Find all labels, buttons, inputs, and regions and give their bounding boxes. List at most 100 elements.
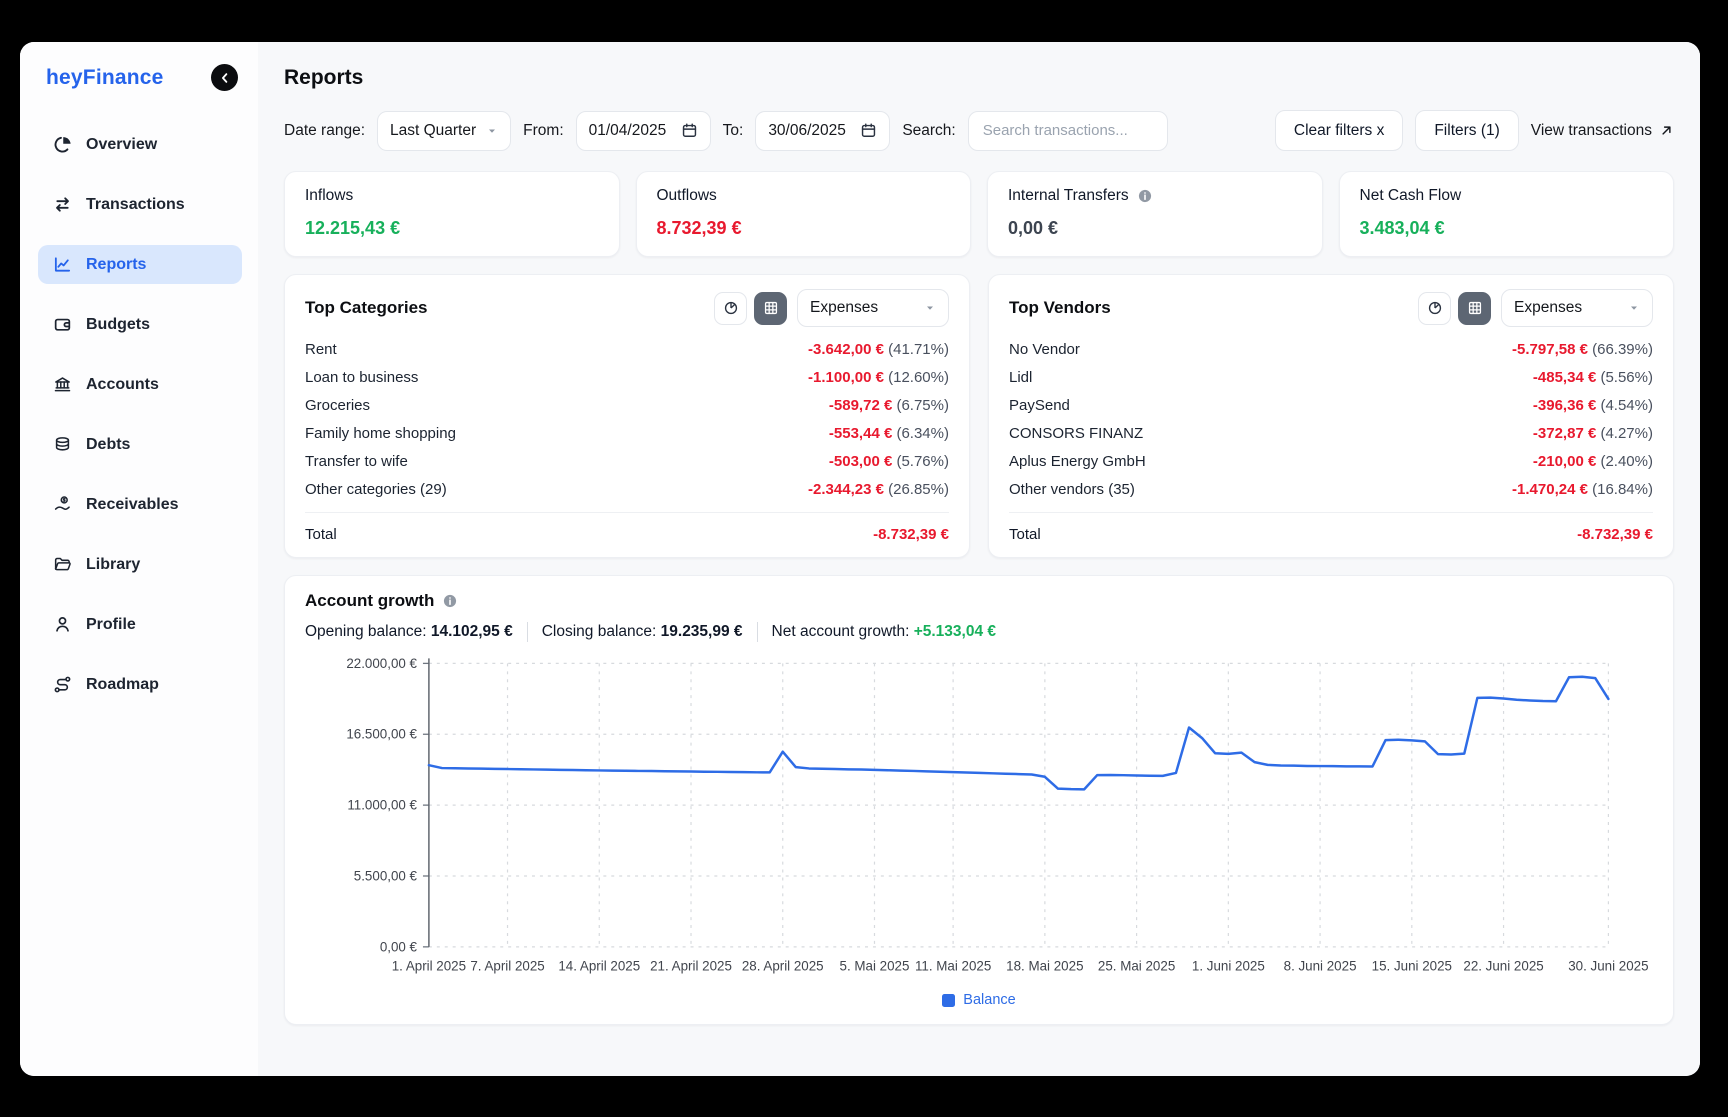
pie-view-button[interactable] xyxy=(714,292,747,325)
vendors-type-select[interactable]: Expenses xyxy=(1501,289,1653,327)
search-label: Search: xyxy=(902,122,955,140)
sidebar-item-profile[interactable]: Profile xyxy=(38,605,242,644)
clear-filters-button[interactable]: Clear filters x xyxy=(1275,110,1403,151)
to-date-input[interactable]: 30/06/2025 xyxy=(755,111,890,151)
row-percentage: (5.56%) xyxy=(1596,369,1653,386)
y-tick-label: 0,00 € xyxy=(380,939,418,954)
bank-icon xyxy=(52,375,72,394)
row-label: Other vendors (35) xyxy=(1009,481,1135,498)
summary-card-header: Net Cash Flow xyxy=(1360,187,1654,205)
calendar-icon xyxy=(860,122,877,139)
row-amount: -372,87 € xyxy=(1533,425,1596,442)
x-tick-label: 11. Mai 2025 xyxy=(915,959,991,974)
balance-legend-label: Balance xyxy=(963,992,1015,1008)
hand-coin-icon xyxy=(52,495,72,514)
row-value: -5.797,58 € (66.39%) xyxy=(1512,341,1653,358)
sidebar-item-label: Budgets xyxy=(86,316,150,334)
row-label: Lidl xyxy=(1009,369,1032,386)
closing-balance: Closing balance: 19.235,99 € xyxy=(542,623,743,641)
row-label: Transfer to wife xyxy=(305,453,408,470)
summary-card-header: Outflows xyxy=(657,187,951,205)
divider xyxy=(757,622,758,642)
x-tick-label: 8. Juni 2025 xyxy=(1284,959,1357,974)
pie-chart-icon xyxy=(723,300,739,316)
sidebar-collapse-button[interactable] xyxy=(211,64,238,91)
table-view-button[interactable] xyxy=(754,292,787,325)
sidebar-item-overview[interactable]: Overview xyxy=(38,125,242,164)
search-input[interactable] xyxy=(981,121,1155,140)
table-row: Aplus Energy GmbH -210,00 € (2.40%) xyxy=(1009,447,1653,475)
summary-card-value: 8.732,39 € xyxy=(657,218,951,239)
sidebar-item-debts[interactable]: Debts xyxy=(38,425,242,464)
summary-card-label: Internal Transfers xyxy=(1008,187,1129,205)
from-label: From: xyxy=(523,122,563,140)
chevron-down-icon xyxy=(924,302,936,314)
row-amount: -1.470,24 € xyxy=(1512,481,1588,498)
row-label: PaySend xyxy=(1009,397,1070,414)
table-row: Groceries-589,72 € (6.75%) xyxy=(305,391,949,419)
search-box xyxy=(968,111,1168,151)
pie-chart-icon xyxy=(1427,300,1443,316)
table-row: Transfer to wife-503,00 € (5.76%) xyxy=(305,447,949,475)
chevron-down-icon xyxy=(1628,302,1640,314)
sidebar-item-receivables[interactable]: Receivables xyxy=(38,485,242,524)
closing-balance-label: Closing balance: xyxy=(542,623,657,640)
summary-card-value: 0,00 € xyxy=(1008,218,1302,239)
x-tick-label: 1. April 2025 xyxy=(392,959,466,974)
route-icon xyxy=(52,675,72,694)
row-amount: -2.344,23 € xyxy=(808,481,884,498)
sidebar-item-reports[interactable]: Reports xyxy=(38,245,242,284)
row-value: -210,00 € (2.40%) xyxy=(1533,453,1653,470)
summary-card: Internal Transfers 0,00 € xyxy=(987,171,1323,257)
top-vendors-table: No Vendor-5.797,58 € (66.39%)Lidl-485,34… xyxy=(1009,335,1653,503)
categories-type-value: Expenses xyxy=(810,299,878,317)
pie-view-button[interactable] xyxy=(1418,292,1451,325)
account-growth-header: Account growth xyxy=(305,591,1653,611)
x-tick-label: 21. April 2025 xyxy=(650,959,732,974)
row-value: -1.470,24 € (16.84%) xyxy=(1512,481,1653,498)
main-content: Reports Date range: Last Quarter From: 0… xyxy=(258,42,1700,1076)
balance-chart-container: 0,00 €5.500,00 €11.000,00 €16.500,00 €22… xyxy=(305,650,1653,988)
x-tick-label: 18. Mai 2025 xyxy=(1006,959,1083,974)
sidebar-item-label: Profile xyxy=(86,616,136,634)
categories-type-select[interactable]: Expenses xyxy=(797,289,949,327)
table-grid-icon xyxy=(763,300,779,316)
row-value: -396,36 € (4.54%) xyxy=(1533,397,1653,414)
sidebar-item-label: Reports xyxy=(86,256,146,274)
sidebar-item-library[interactable]: Library xyxy=(38,545,242,584)
top-categories-title: Top Categories xyxy=(305,298,427,318)
from-date-value: 01/04/2025 xyxy=(589,122,667,140)
row-value: -1.100,00 € (12.60%) xyxy=(808,369,949,386)
view-transactions-link[interactable]: View transactions xyxy=(1531,122,1674,140)
row-percentage: (6.34%) xyxy=(892,425,949,442)
x-tick-label: 14. April 2025 xyxy=(558,959,640,974)
opening-balance-value: 14.102,95 € xyxy=(431,623,513,640)
table-row: Family home shopping-553,44 € (6.34%) xyxy=(305,419,949,447)
table-view-button[interactable] xyxy=(1458,292,1491,325)
chevron-down-icon xyxy=(486,125,498,137)
sidebar-item-transactions[interactable]: Transactions xyxy=(38,185,242,224)
date-range-select[interactable]: Last Quarter xyxy=(377,111,511,151)
sidebar-item-roadmap[interactable]: Roadmap xyxy=(38,665,242,704)
sidebar-nav: Overview Transactions Reports Budgets Accoun… xyxy=(38,125,242,704)
summary-card-label: Net Cash Flow xyxy=(1360,187,1462,205)
filters-button[interactable]: Filters (1) xyxy=(1415,110,1518,151)
from-date-input[interactable]: 01/04/2025 xyxy=(576,111,711,151)
sidebar-item-budgets[interactable]: Budgets xyxy=(38,305,242,344)
chart-legend: Balance xyxy=(305,992,1653,1008)
sidebar-item-label: Transactions xyxy=(86,196,185,214)
row-amount: -5.797,58 € xyxy=(1512,341,1588,358)
app-logo: heyFinance xyxy=(46,66,164,90)
row-amount: -1.100,00 € xyxy=(808,369,884,386)
view-toggle-group xyxy=(1418,292,1491,325)
sidebar-item-accounts[interactable]: Accounts xyxy=(38,365,242,404)
x-tick-label: 22. Juni 2025 xyxy=(1463,959,1543,974)
summary-card-header: Inflows xyxy=(305,187,599,205)
y-tick-label: 22.000,00 € xyxy=(346,656,417,671)
coins-icon xyxy=(52,435,72,454)
to-label: To: xyxy=(723,122,744,140)
row-label: Aplus Energy GmbH xyxy=(1009,453,1146,470)
row-value: -485,34 € (5.56%) xyxy=(1533,369,1653,386)
sidebar-item-label: Receivables xyxy=(86,496,179,514)
balance-line-chart: 0,00 €5.500,00 €11.000,00 €16.500,00 €22… xyxy=(305,650,1653,988)
